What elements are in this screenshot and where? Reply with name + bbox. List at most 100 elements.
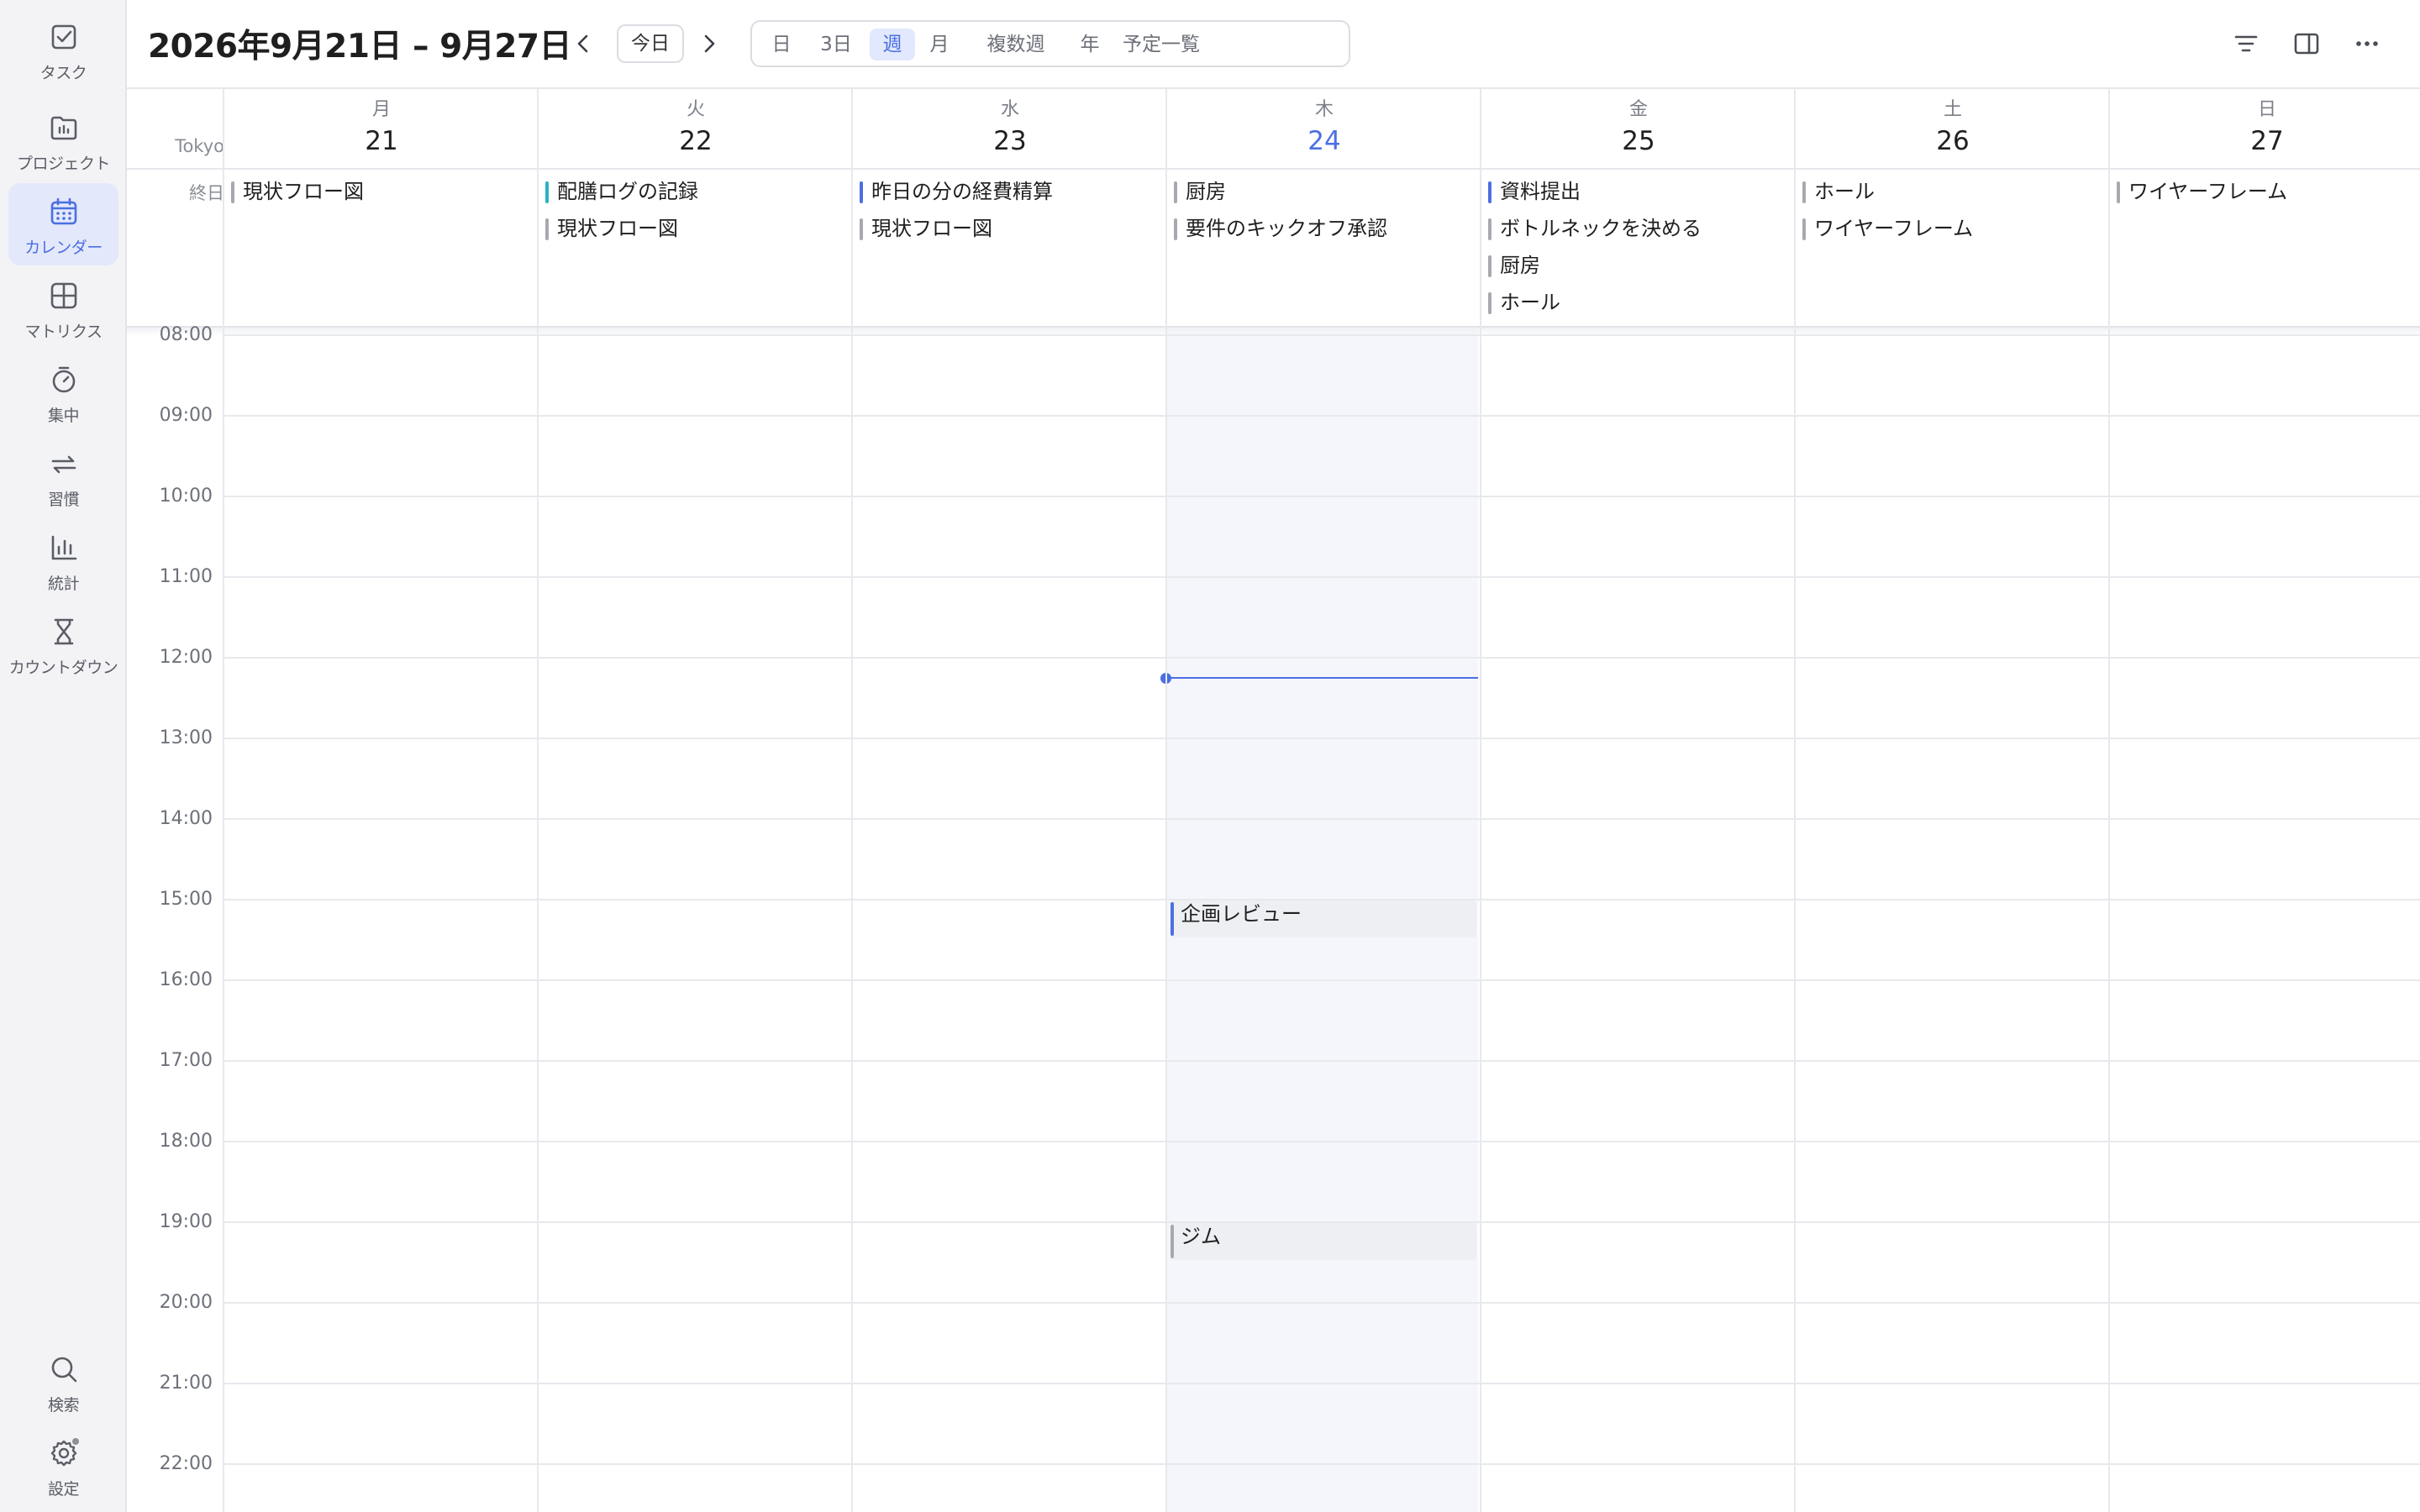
hour-gridline: [224, 576, 2420, 578]
hour-gridline: [224, 1383, 2420, 1384]
view-tab-year[interactable]: 年: [1071, 29, 1108, 60]
nav-label: カレンダー: [24, 239, 103, 257]
day-of-week: 日: [2257, 99, 2276, 120]
view-switcher: 日 3日週月複数週年予定一覧: [750, 20, 1350, 67]
day-header-mon[interactable]: 月 21: [224, 97, 539, 160]
hour-label: 12:00: [159, 647, 213, 668]
habit-repeat-icon: [45, 445, 82, 482]
view-tab-3day[interactable]: 3日: [809, 29, 863, 60]
all-day-event[interactable]: 現状フロー図: [860, 213, 1160, 244]
nav-label: 設定: [47, 1480, 80, 1499]
all-day-label: 終日: [189, 183, 224, 203]
hour-label: 21:00: [159, 1373, 213, 1394]
more-horizontal-icon: [2349, 25, 2386, 62]
column-divider: [2108, 89, 2110, 1512]
nav-label: カウントダウン: [8, 659, 118, 677]
matrix-grid-icon: [45, 277, 82, 314]
calendar-header: 2026年9月21日 – 9月27日 今日 日 3日週月複数週年予定一覧: [127, 0, 2420, 87]
filter-button[interactable]: [2228, 25, 2265, 62]
nav-label: 統計: [47, 575, 80, 593]
all-day-event[interactable]: ワイヤーフレーム: [1802, 213, 2103, 244]
all-day-event[interactable]: ボトルネックを決める: [1488, 213, 1789, 244]
nav-label: 集中: [47, 407, 80, 425]
hour-label: 09:00: [159, 405, 213, 426]
view-tab-month[interactable]: 月: [917, 29, 962, 60]
all-day-event[interactable]: 要件のキックオフ承認: [1174, 213, 1475, 244]
hour-gridline: [224, 1141, 2420, 1142]
day-header-wed[interactable]: 水 23: [853, 97, 1167, 160]
nav-statistics[interactable]: 統計: [8, 519, 118, 601]
nav-calendar[interactable]: カレンダー: [8, 183, 118, 265]
day-of-week: 火: [686, 99, 705, 120]
nav-matrix[interactable]: マトリクス: [8, 267, 118, 349]
previous-week-button[interactable]: [567, 27, 601, 60]
current-time-line: [1165, 677, 1478, 679]
date-range-title: 2026年9月21日 – 9月27日: [148, 28, 572, 66]
view-tab-multiweek[interactable]: 複数週: [967, 29, 1065, 60]
nav-settings[interactable]: 設定: [8, 1425, 118, 1507]
hour-label: 10:00: [159, 486, 213, 507]
nav-label: タスク: [39, 64, 87, 82]
hour-label: 15:00: [159, 889, 213, 910]
nav-tasks[interactable]: タスク: [8, 8, 118, 91]
hour-gridline: [224, 1060, 2420, 1062]
day-number: 21: [365, 126, 398, 156]
nav-projects[interactable]: プロジェクト: [8, 99, 118, 181]
nav-countdown[interactable]: カウントダウン: [8, 603, 118, 685]
all-day-event[interactable]: 昨日の分の経費精算: [860, 176, 1160, 207]
day-header-sun[interactable]: 日 27: [2110, 97, 2420, 160]
day-header-tue[interactable]: 火 22: [539, 97, 853, 160]
nav-search[interactable]: 検索: [8, 1341, 118, 1423]
countdown-hourglass-icon: [45, 613, 82, 650]
day-of-week: 月: [371, 99, 391, 120]
nav-habits[interactable]: 習慣: [8, 435, 118, 517]
all-day-event[interactable]: 資料提出: [1488, 176, 1789, 207]
week-calendar-grid: Tokyo 終日 月 21 火 22 水 23 木 24 金 25 土 26 日 27 現状フロー図 配膳ログ…: [127, 87, 2420, 1512]
all-day-event[interactable]: ホール: [1802, 176, 2103, 207]
nav-focus[interactable]: 集中: [8, 351, 118, 433]
all-day-event[interactable]: ワイヤーフレーム: [2117, 176, 2417, 207]
column-divider: [223, 89, 224, 1512]
day-of-week: 木: [1314, 99, 1334, 120]
all-day-event[interactable]: 厨房: [1174, 176, 1475, 207]
today-button[interactable]: 今日: [617, 24, 684, 63]
header-divider: [127, 168, 2420, 170]
all-day-event[interactable]: 現状フロー図: [231, 176, 532, 207]
day-header-sat[interactable]: 土 26: [1796, 97, 2110, 160]
all-day-event[interactable]: 厨房: [1488, 250, 1789, 281]
day-number: 25: [1622, 126, 1655, 156]
day-number: 22: [679, 126, 713, 156]
next-week-button[interactable]: [692, 27, 725, 60]
hour-label: 13:00: [159, 727, 213, 748]
column-divider: [537, 89, 539, 1512]
project-folder-icon: [45, 109, 82, 146]
side-panel-icon: [2288, 25, 2325, 62]
all-day-event[interactable]: 現状フロー図: [545, 213, 846, 244]
nav-label: マトリクス: [24, 323, 103, 341]
day-header-fri[interactable]: 金 25: [1481, 97, 1796, 160]
hour-gridline: [224, 818, 2420, 820]
day-header-thu[interactable]: 木 24: [1167, 97, 1481, 160]
hour-label: 22:00: [159, 1453, 213, 1474]
calendar-icon: [45, 193, 82, 230]
hour-label: 18:00: [159, 1131, 213, 1152]
hour-label: 11:00: [159, 566, 213, 587]
column-divider: [851, 89, 853, 1512]
timed-event[interactable]: ジム: [1171, 1223, 1476, 1260]
view-tab-week[interactable]: 週: [870, 29, 915, 60]
nav-label: プロジェクト: [16, 155, 111, 173]
view-tab-day[interactable]: 日: [760, 29, 802, 60]
day-number: 24: [1307, 126, 1341, 156]
toggle-side-panel-button[interactable]: [2288, 25, 2325, 62]
all-day-event[interactable]: ホール: [1488, 287, 1789, 318]
more-options-button[interactable]: [2349, 25, 2386, 62]
column-divider: [1480, 89, 1481, 1512]
hour-gridline: [224, 1463, 2420, 1465]
all-day-event[interactable]: 配膳ログの記録: [545, 176, 846, 207]
view-tab-agenda[interactable]: 予定一覧: [1113, 29, 1209, 60]
task-check-icon: [45, 18, 82, 55]
settings-gear-icon: [45, 1435, 82, 1472]
timed-event[interactable]: 企画レビュー: [1171, 900, 1476, 937]
hour-gridline: [224, 738, 2420, 739]
nav-label: 習慣: [47, 491, 80, 509]
